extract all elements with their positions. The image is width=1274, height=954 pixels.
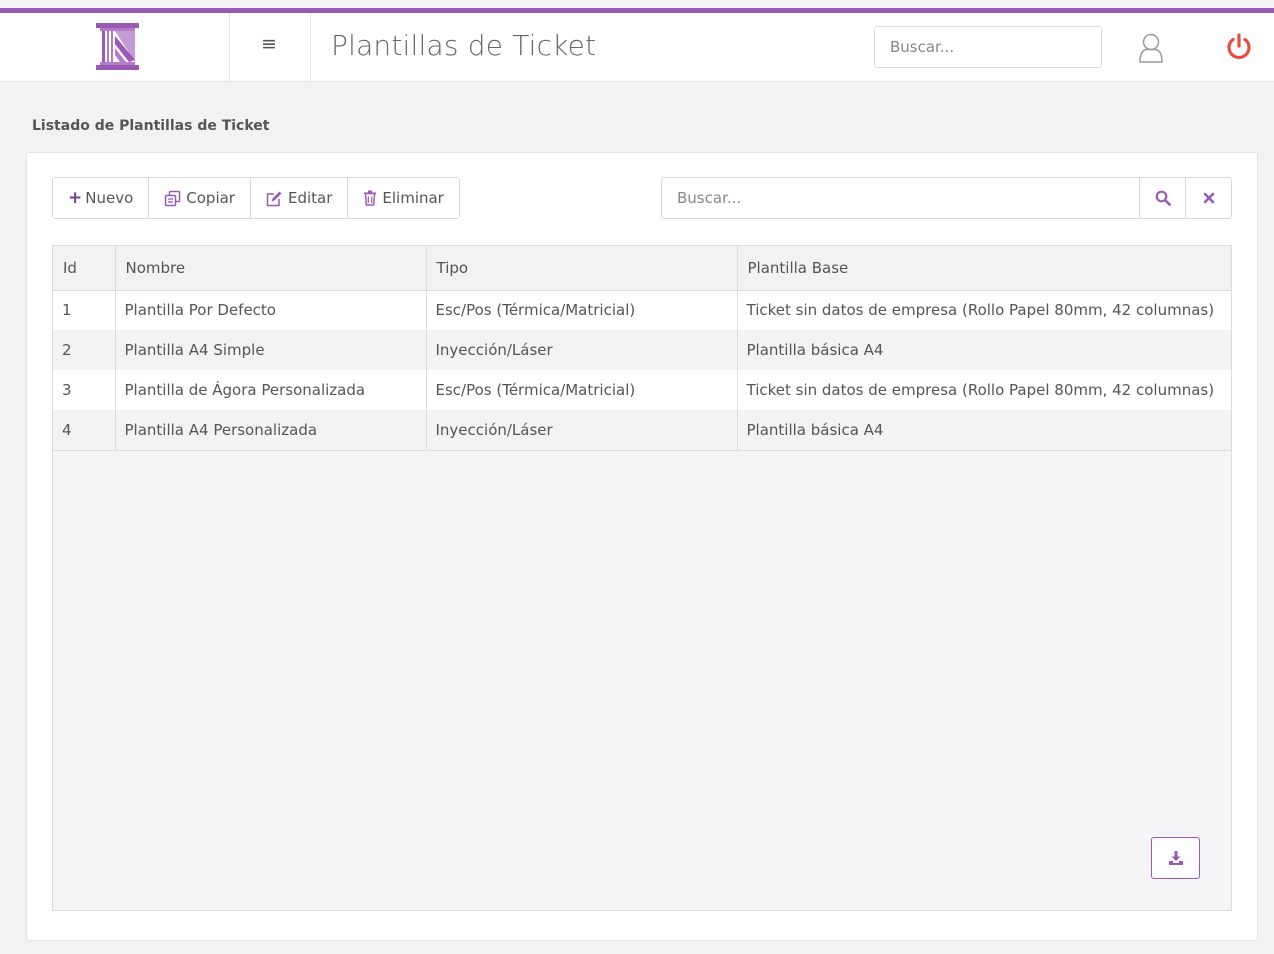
table-row[interactable]: 4 Plantilla A4 Personalizada Inyección/L… xyxy=(53,410,1231,451)
delete-button-label: Eliminar xyxy=(382,189,444,207)
export-button[interactable] xyxy=(1151,837,1200,879)
cell-plantilla-base: Plantilla básica A4 xyxy=(737,410,1231,451)
clear-search-button[interactable] xyxy=(1185,178,1231,218)
table-header-row: Id Nombre Tipo Plantilla Base xyxy=(53,246,1231,291)
cell-id: 3 xyxy=(53,370,116,410)
templates-table: Id Nombre Tipo Plantilla Base 1 Plantill… xyxy=(53,246,1231,451)
cell-plantilla-base: Plantilla básica A4 xyxy=(737,330,1231,370)
column-header-tipo[interactable]: Tipo xyxy=(426,246,738,291)
column-header-plantilla-base[interactable]: Plantilla Base xyxy=(737,246,1231,291)
close-icon xyxy=(1203,192,1214,204)
new-button-label: Nuevo xyxy=(85,189,134,207)
copy-icon xyxy=(165,190,181,206)
hamburger-icon: ≡ xyxy=(261,33,277,55)
section-heading: Listado de Plantillas de Ticket xyxy=(32,118,270,134)
new-button[interactable]: + Nuevo xyxy=(53,178,150,218)
edit-icon xyxy=(266,191,282,206)
header-search-input[interactable] xyxy=(874,26,1102,68)
column-header-id[interactable]: Id xyxy=(53,246,116,291)
logo-cell xyxy=(8,13,230,82)
cell-id: 2 xyxy=(53,330,116,370)
user-icon[interactable] xyxy=(1138,33,1164,63)
power-icon[interactable] xyxy=(1224,32,1254,62)
grid-search-box xyxy=(661,177,1232,219)
table-row[interactable]: 1 Plantilla Por Defecto Esc/Pos (Térmica… xyxy=(53,290,1231,330)
cell-tipo: Esc/Pos (Térmica/Matricial) xyxy=(426,370,738,410)
toolbar-button-group: + Nuevo Copiar Editar Eliminar xyxy=(52,177,460,219)
cell-nombre: Plantilla Por Defecto xyxy=(115,290,427,330)
column-header-nombre[interactable]: Nombre xyxy=(115,246,427,291)
trash-icon xyxy=(364,190,377,206)
copy-button-label: Copiar xyxy=(186,189,235,207)
cell-nombre: Plantilla A4 Simple xyxy=(115,330,427,370)
table-row[interactable]: 2 Plantilla A4 Simple Inyección/Láser Pl… xyxy=(53,330,1231,370)
cell-nombre: Plantilla de Ágora Personalizada xyxy=(115,370,427,410)
search-button[interactable] xyxy=(1139,178,1185,218)
page-title: Plantillas de Ticket xyxy=(331,29,597,62)
plus-icon: + xyxy=(68,188,83,208)
cell-id: 4 xyxy=(53,410,116,451)
grid-search-input[interactable] xyxy=(662,178,1139,218)
cell-plantilla-base: Ticket sin datos de empresa (Rollo Papel… xyxy=(737,290,1231,330)
cell-tipo: Inyección/Láser xyxy=(426,410,738,451)
cell-nombre: Plantilla A4 Personalizada xyxy=(115,410,427,451)
menu-toggle-button[interactable]: ≡ xyxy=(230,13,311,82)
table-row[interactable]: 3 Plantilla de Ágora Personalizada Esc/P… xyxy=(53,370,1231,410)
cell-tipo: Inyección/Láser xyxy=(426,330,738,370)
templates-grid: Id Nombre Tipo Plantilla Base 1 Plantill… xyxy=(52,245,1232,911)
top-bar: ≡ Plantillas de Ticket xyxy=(0,8,1274,82)
cell-id: 1 xyxy=(53,290,116,330)
edit-button-label: Editar xyxy=(287,189,333,207)
delete-button[interactable]: Eliminar xyxy=(348,178,459,218)
search-icon xyxy=(1155,190,1171,206)
app-logo[interactable] xyxy=(92,22,143,70)
copy-button[interactable]: Copiar xyxy=(149,178,251,218)
cell-tipo: Esc/Pos (Térmica/Matricial) xyxy=(426,290,738,330)
cell-plantilla-base: Ticket sin datos de empresa (Rollo Papel… xyxy=(737,370,1231,410)
edit-button[interactable]: Editar xyxy=(250,178,349,218)
download-icon xyxy=(1168,851,1183,865)
